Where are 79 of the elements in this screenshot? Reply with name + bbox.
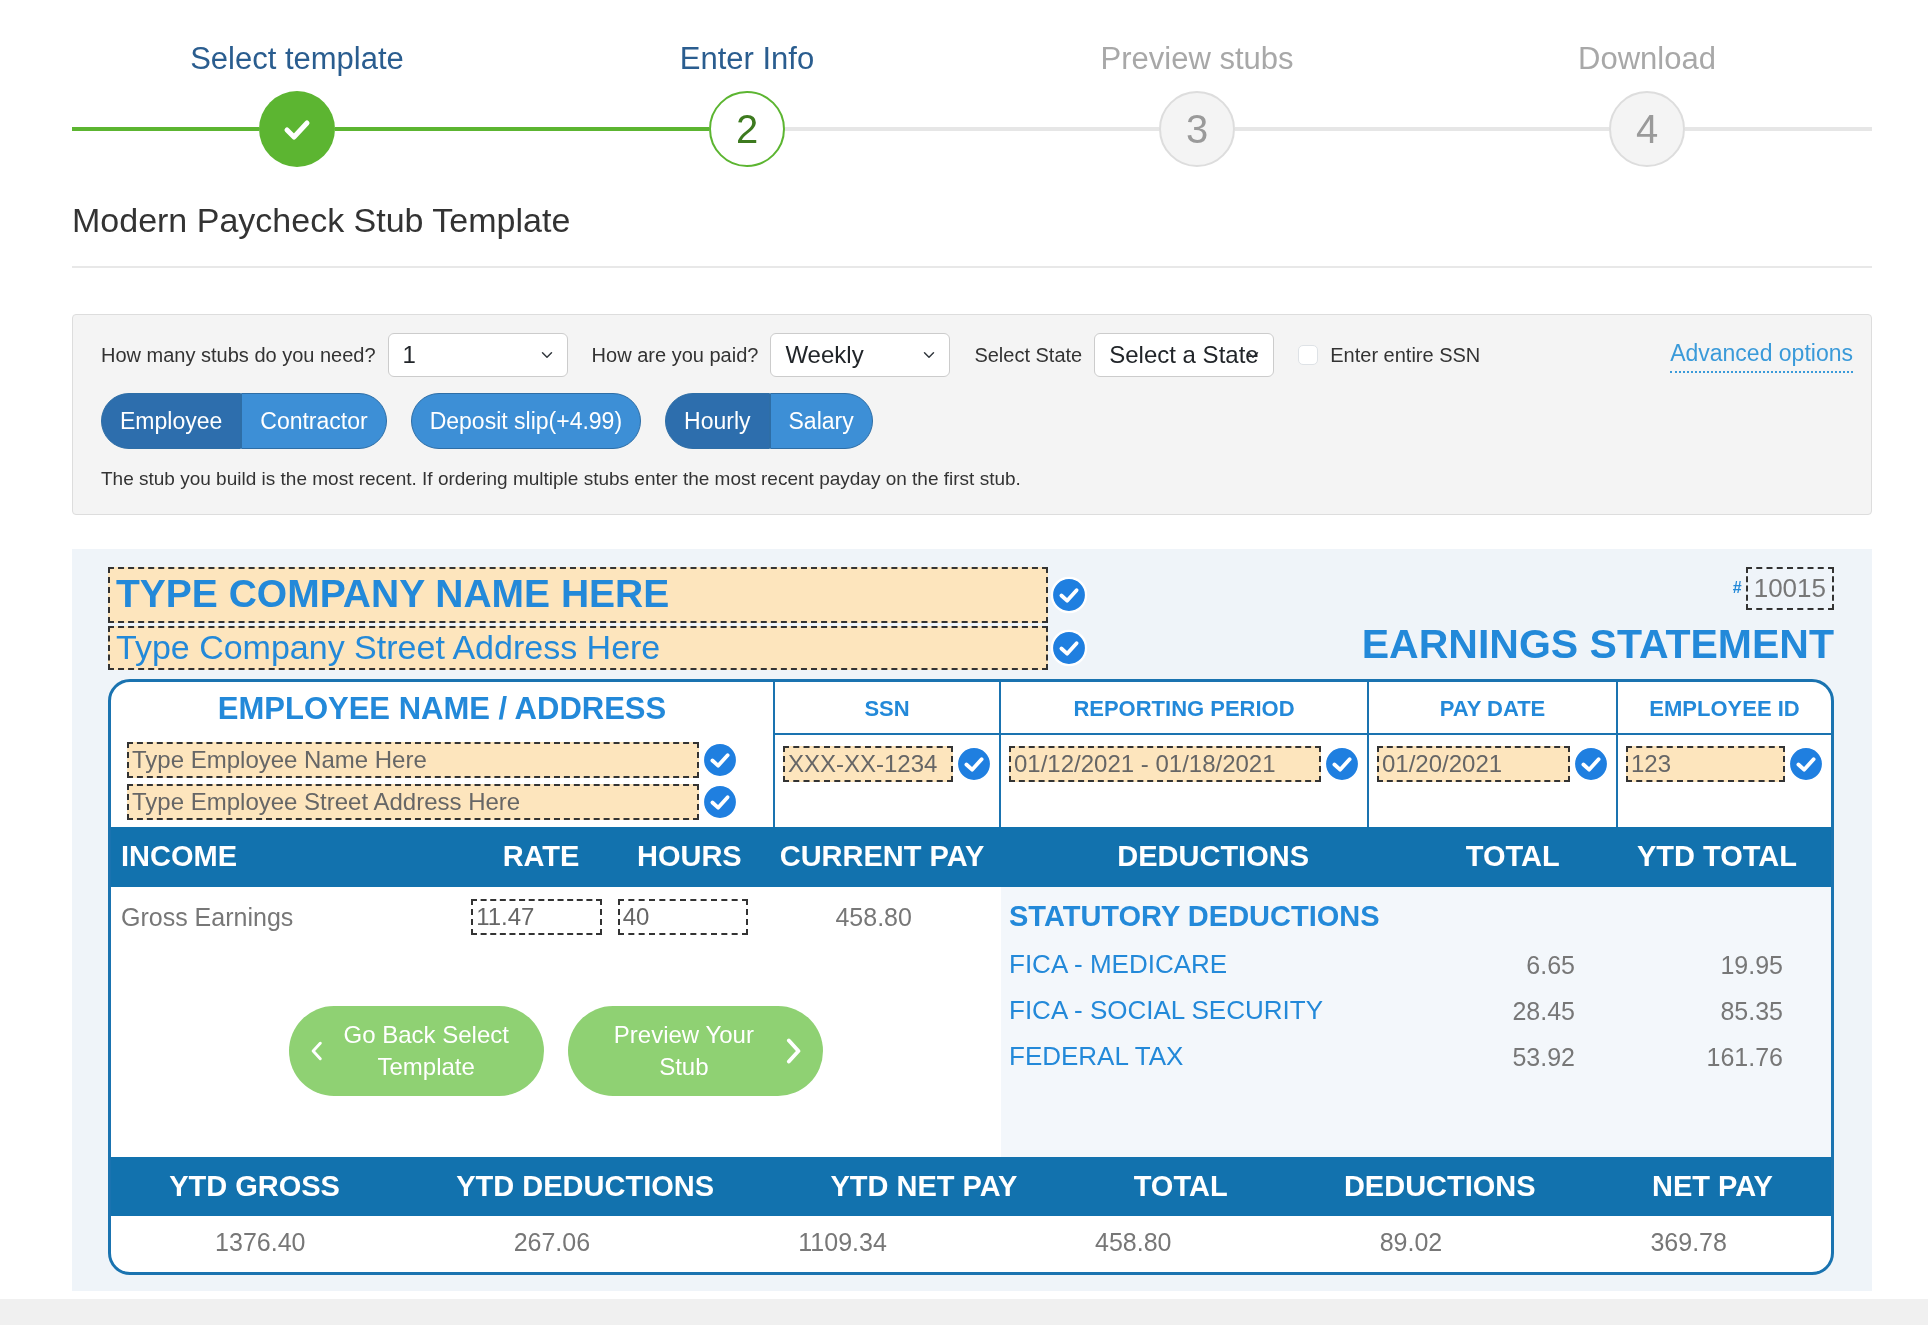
input-field[interactable]: TYPE COMPANY NAME HERE <box>108 566 1048 623</box>
deduction-ytd-total: 161.76 <box>1705 1041 1784 1073</box>
column-heading: DEDUCTIONS <box>1342 1168 1537 1204</box>
field-label: How many stubs do you need? <box>101 342 376 368</box>
advanced-options-link[interactable]: Advanced options <box>1670 336 1853 373</box>
deduction-name: FICA - SOCIAL SECURITY <box>1009 994 1324 1027</box>
field-label: How are you paid? <box>591 342 759 368</box>
column-heading: EMPLOYEE ID <box>1618 682 1831 735</box>
column-heading: TOTAL <box>1464 839 1561 874</box>
check-icon <box>1050 575 1088 614</box>
column-heading: HOURS <box>635 839 743 874</box>
check-icon <box>1787 745 1825 783</box>
current-pay: 458.80 <box>834 901 913 933</box>
stub-number: 10015 <box>1745 566 1834 610</box>
chevron-right-icon <box>785 1037 801 1065</box>
checkbox-label: Enter entire SSN <box>1330 342 1481 368</box>
deposit-slip-button[interactable]: Deposit slip(+4.99) <box>410 392 642 449</box>
deduction-name: FICA - MEDICARE <box>1009 948 1229 981</box>
column-heading: REPORTING PERIOD <box>1001 682 1367 735</box>
state-select[interactable]: Select a State <box>1094 332 1275 377</box>
column-heading: CURRENT PAY <box>778 839 986 874</box>
step-circle[interactable]: 4 <box>1609 90 1685 167</box>
summary-value: 267.06 <box>512 1227 592 1258</box>
pay-frequency-select[interactable]: Weekly <box>770 332 951 377</box>
check-icon <box>1323 745 1361 783</box>
check-icon <box>1572 745 1610 783</box>
input-field[interactable]: 01/20/2021 <box>1377 746 1570 782</box>
rate-field[interactable]: 11.47 <box>471 899 602 936</box>
input-field[interactable]: 123 <box>1626 746 1785 782</box>
toggle-button[interactable]: Contractor <box>241 392 387 449</box>
deductions-heading: STATUTORY DEDUCTIONS <box>1009 898 1381 934</box>
deduction-ytd-total: 85.35 <box>1719 995 1784 1027</box>
step-label[interactable]: Select template <box>190 36 404 83</box>
input-field[interactable]: Type Company Street Address Here <box>108 625 1048 670</box>
input-field[interactable]: Type Employee Name Here <box>127 741 699 778</box>
stubs-select[interactable]: 1 <box>387 332 568 377</box>
input-field[interactable]: XXX-XX-1234 <box>783 746 953 782</box>
step-circle[interactable]: 2 <box>709 90 785 167</box>
column-heading: INCOME <box>121 839 238 874</box>
toggle-button[interactable]: Hourly <box>665 392 770 449</box>
section-heading: EMPLOYEE NAME / ADDRESS <box>216 690 668 728</box>
step-label[interactable]: Preview stubs <box>1100 36 1294 83</box>
deduction-total: 53.92 <box>1511 1041 1576 1073</box>
input-field[interactable]: Type Employee Street Address Here <box>127 783 699 820</box>
column-heading: NET PAY <box>1650 1168 1774 1204</box>
ssn-checkbox[interactable] <box>1298 344 1319 365</box>
check-icon <box>1050 628 1088 667</box>
step-label[interactable]: Enter Info <box>679 36 815 83</box>
number-sign: # <box>1732 578 1742 598</box>
summary-value: 1109.34 <box>797 1227 888 1258</box>
column-heading: RATE <box>501 839 581 874</box>
column-heading: YTD TOTAL <box>1635 839 1798 874</box>
toggle-button[interactable]: Employee <box>101 392 242 449</box>
note-text: The stub you build is the most recent. If ordering multiple stubs enter the most recent payday on the first stub. <box>101 467 1022 491</box>
summary-value: 458.80 <box>1094 1227 1173 1258</box>
deduction-total: 28.45 <box>1511 995 1576 1027</box>
column-heading: TOTAL <box>1132 1168 1229 1204</box>
column-heading: SSN <box>775 682 999 735</box>
hours-field[interactable]: 40 <box>617 899 749 936</box>
summary-value: 369.78 <box>1649 1227 1728 1258</box>
summary-value: 1376.40 <box>214 1227 307 1258</box>
column-heading: YTD DEDUCTIONS <box>455 1168 716 1204</box>
row-label: Gross Earnings <box>121 901 295 933</box>
column-heading: YTD GROSS <box>168 1168 341 1204</box>
deduction-name: FEDERAL TAX <box>1009 1040 1185 1073</box>
column-heading: YTD NET PAY <box>829 1168 1019 1204</box>
page-title: Modern Paycheck Stub Template <box>72 194 1872 268</box>
step-circle[interactable]: 3 <box>1159 90 1235 167</box>
toggle-button[interactable]: Salary <box>769 392 873 449</box>
step-label[interactable]: Download <box>1578 36 1716 83</box>
field-label: Select State <box>974 342 1083 368</box>
input-field[interactable]: 01/12/2021 - 01/18/2021 <box>1009 746 1321 782</box>
column-heading: PAY DATE <box>1369 682 1616 735</box>
deduction-ytd-total: 19.95 <box>1719 949 1784 981</box>
statement-title: EARNINGS STATEMENT <box>1361 619 1834 669</box>
deduction-total: 6.65 <box>1525 949 1576 981</box>
check-icon <box>955 745 993 783</box>
column-heading: DEDUCTIONS <box>1116 839 1310 874</box>
summary-value: 89.02 <box>1378 1227 1444 1258</box>
